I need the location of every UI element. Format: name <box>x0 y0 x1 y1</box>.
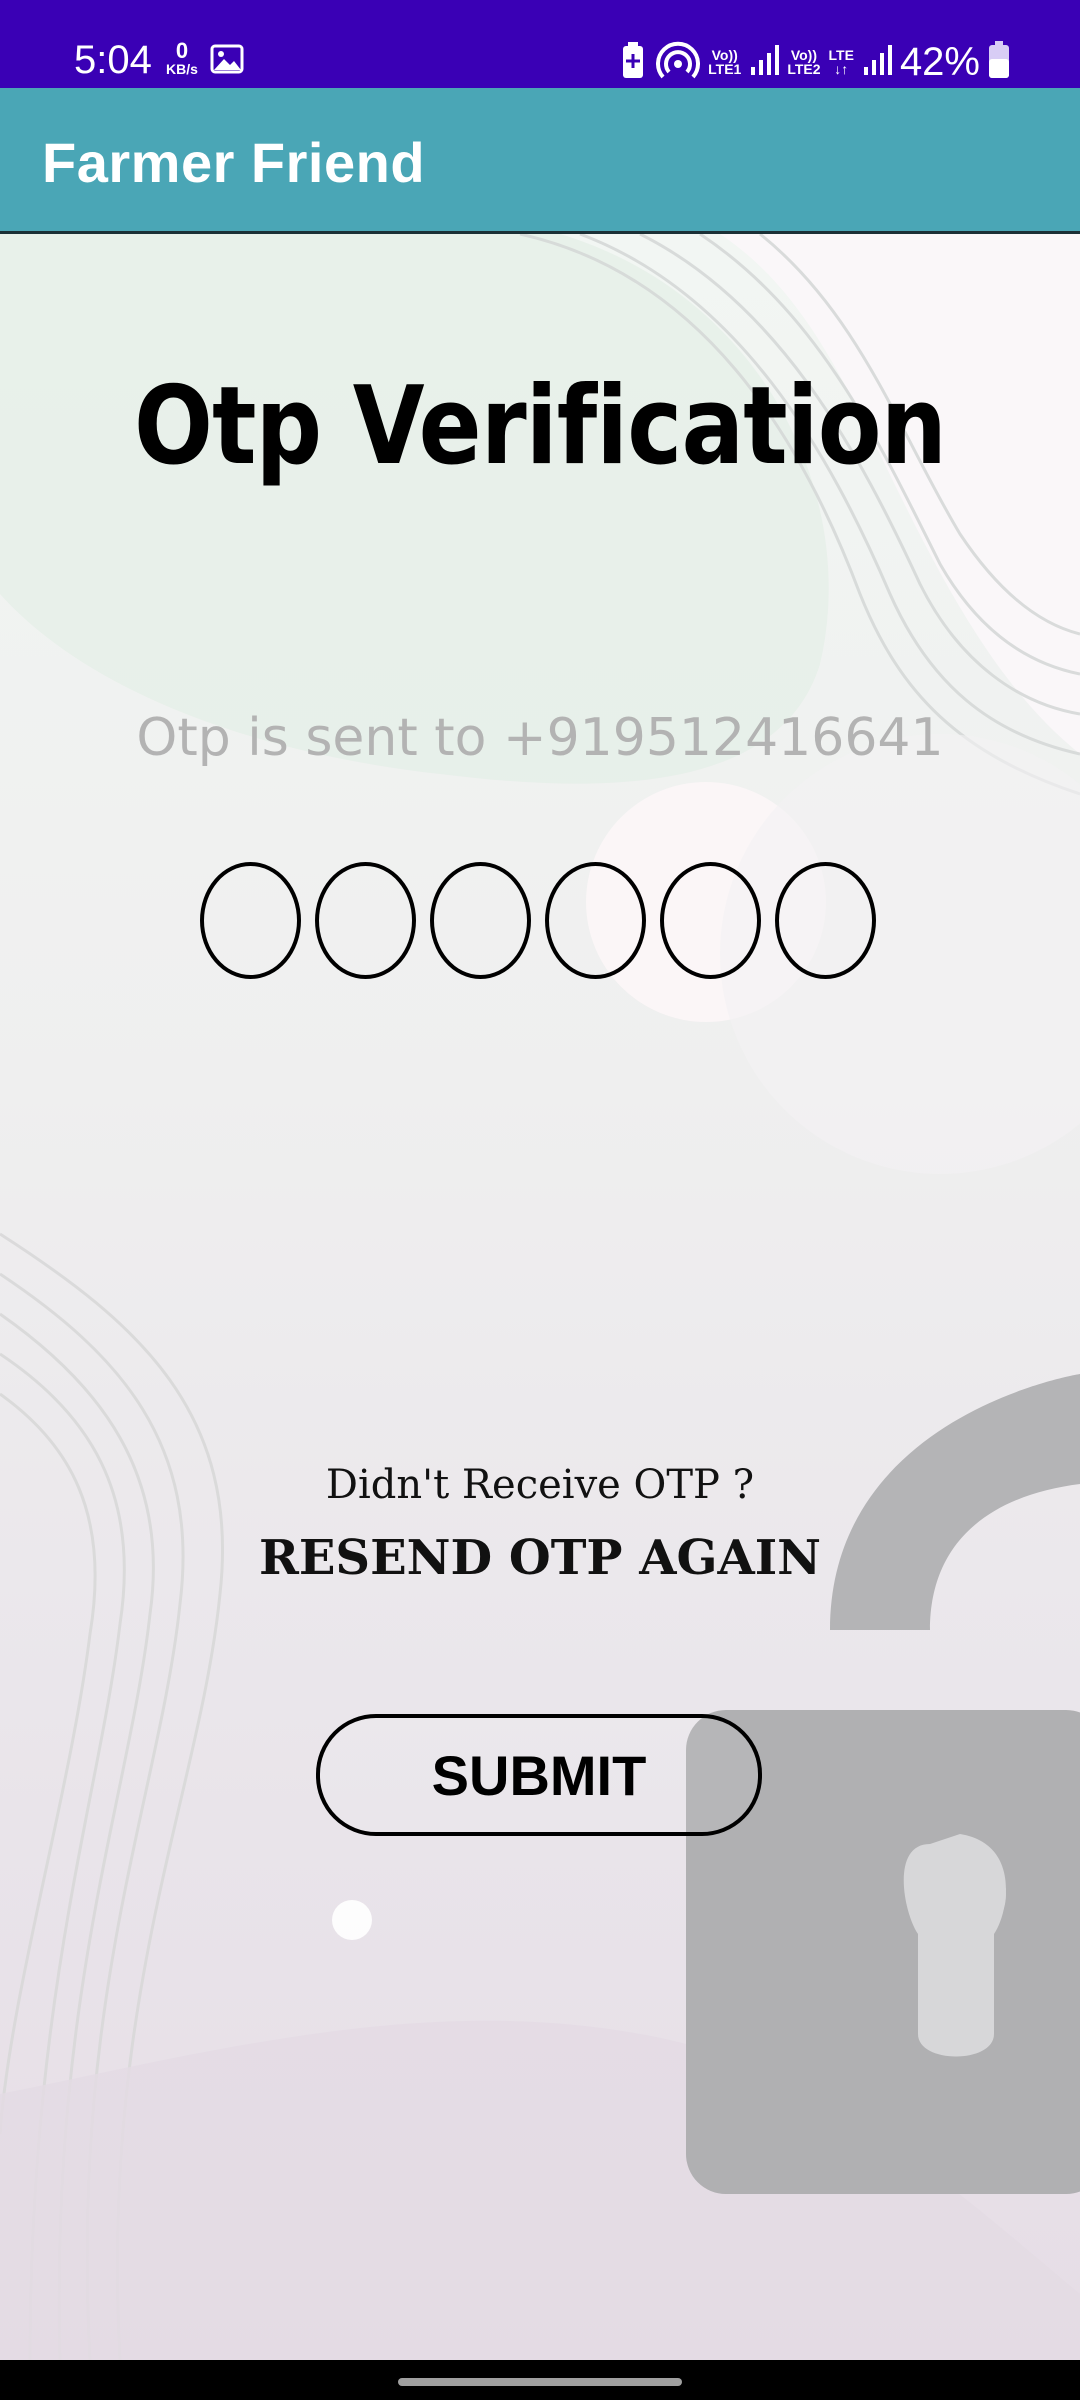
otp-digit-2[interactable] <box>315 862 416 979</box>
submit-button[interactable]: SUBMIT <box>316 1714 762 1836</box>
data-arrows-icon: ↓↑ <box>834 61 849 77</box>
resend-otp-link[interactable]: RESEND OTP AGAIN <box>0 1530 1080 1586</box>
background-artwork <box>0 234 1080 2360</box>
status-icons: Vo)) LTE1 Vo)) LTE2 LTE ↓↑ 42% <box>618 38 1010 86</box>
battery-icon <box>988 40 1010 84</box>
sim2-signal-icon <box>862 43 892 81</box>
sim1-signal-icon <box>749 43 780 81</box>
sim2-network-label: Vo)) LTE2 <box>787 48 820 76</box>
hotspot-icon <box>656 40 701 84</box>
otp-digit-3[interactable] <box>430 862 531 979</box>
otp-digit-6[interactable] <box>775 862 876 979</box>
page-title: Otp Verification <box>133 364 947 489</box>
gallery-notification-icon <box>210 44 244 78</box>
app-bar: Farmer Friend <box>0 88 1080 234</box>
sim2-lte-label: LTE2 <box>787 61 821 77</box>
app-title: Farmer Friend <box>42 131 426 194</box>
sim1-lte-label: LTE1 <box>708 61 742 77</box>
otp-digit-1[interactable] <box>200 862 301 979</box>
home-gesture-handle[interactable] <box>398 2378 682 2386</box>
otp-sent-message: Otp is sent to +919512416641 <box>136 708 944 768</box>
battery-percent: 42% <box>899 39 980 84</box>
otp-digit-5[interactable] <box>660 862 761 979</box>
data-lte-label: LTE ↓↑ <box>829 48 854 76</box>
status-time: 5:04 <box>74 38 152 82</box>
otp-digit-4[interactable] <box>545 862 646 979</box>
otp-input-group <box>200 862 880 982</box>
didnt-receive-otp-text: Didn't Receive OTP ? <box>325 1462 755 1508</box>
otp-verification-screen: Otp Verification Otp is sent to +9195124… <box>0 234 1080 2360</box>
network-speed: 0 KB/s <box>162 38 202 77</box>
network-speed-unit: KB/s <box>166 61 198 77</box>
sim1-network-label: Vo)) LTE1 <box>708 48 741 76</box>
navigation-bar <box>0 2360 1080 2400</box>
network-speed-value: 0 <box>175 38 189 63</box>
battery-saver-icon <box>618 40 648 84</box>
status-bar: 5:04 0 KB/s Vo)) LTE1 Vo)) LTE2 LTE ↓↑ 4… <box>0 0 1080 88</box>
